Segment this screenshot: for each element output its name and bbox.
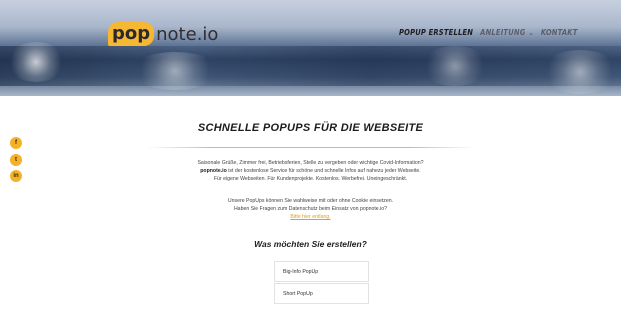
facebook-icon[interactable]: f [10, 137, 22, 149]
main-navigation: POPUP ERSTELLEN ANLEITUNG ⌄ KONTAKT [399, 28, 578, 37]
logo-text: note.io [156, 23, 219, 45]
option-big-info-popup[interactable]: Big-Info PopUp [274, 261, 369, 282]
intro-line: Für eigene Webseiten. Für Kundenprojekte… [213, 176, 408, 183]
header-hero-banner [0, 0, 621, 96]
title-divider [146, 147, 476, 148]
privacy-paragraph: Unsere PopUps können Sie wahlweise mit o… [0, 197, 621, 222]
create-question-heading: Was möchten Sie erstellen? [254, 239, 367, 249]
page-title: SCHNELLE POPUPS FÜR DIE WEBSEITE [197, 122, 424, 134]
brand-name: popnote.io [200, 168, 227, 175]
intro-line: Saisonale Grüße, Zimmer frei, Betriebsfe… [197, 160, 424, 166]
jellyfish-glow [6, 42, 66, 82]
intro-line-text: ist der kostenlose Service für schöne un… [226, 168, 421, 175]
chevron-down-icon: ⌄ [528, 28, 534, 37]
nav-kontakt[interactable]: KONTAKT [541, 28, 578, 37]
site-logo[interactable]: pop note.io [108, 22, 218, 46]
hero-background-band [0, 46, 621, 86]
jellyfish-glow [540, 50, 620, 94]
intro-paragraph: Saisonale Grüße, Zimmer frei, Betriebsfe… [0, 159, 621, 184]
privacy-link[interactable]: Bitte hier entlang. [290, 214, 330, 220]
nav-anleitung[interactable]: ANLEITUNG ⌄ [480, 28, 534, 37]
nav-anleitung-label: ANLEITUNG [480, 28, 526, 37]
jellyfish-glow [420, 46, 490, 86]
privacy-line: Haben Sie Fragen zum Datenschutz beim Ei… [233, 206, 388, 213]
intro-line: popnote.io ist der kostenlose Service fü… [0, 167, 621, 175]
privacy-line: Unsere PopUps können Sie wahlweise mit o… [227, 198, 394, 204]
option-short-popup[interactable]: Short PopUp [274, 283, 369, 304]
logo-pop-badge: pop [108, 22, 155, 46]
jellyfish-glow [130, 52, 220, 90]
nav-popup-erstellen[interactable]: POPUP ERSTELLEN [399, 28, 473, 37]
